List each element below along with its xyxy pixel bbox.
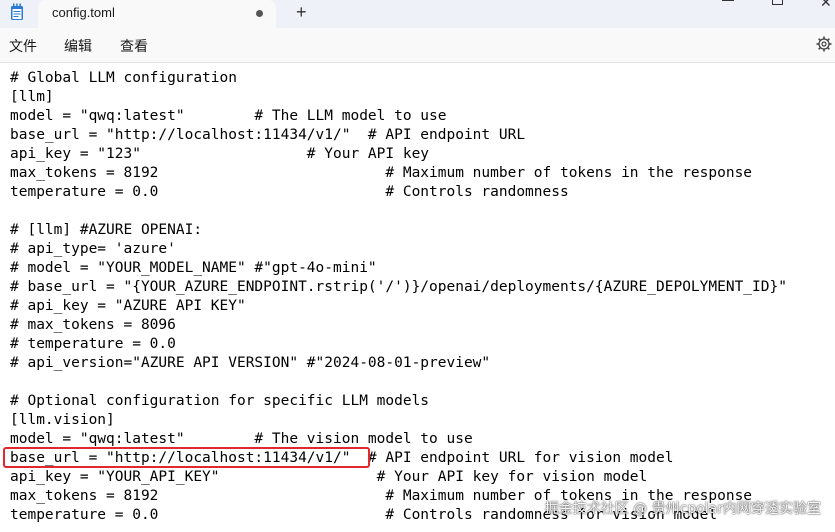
code-line: api_key = "123" # Your API key [10,146,430,162]
maximize-button[interactable] [772,0,783,5]
code-line: base_url = "http://localhost:11434/v1/" … [10,127,526,143]
menu-file[interactable]: 文件 [9,36,37,56]
tab-config-toml[interactable]: config.toml [38,0,276,28]
code-line: # max_tokens = 8096 [10,317,176,333]
code-line: # model = "YOUR_MODEL_NAME" #"gpt-4o-min… [10,260,377,276]
code-line: [llm] [10,89,54,105]
code-line: max_tokens = 8192 # Maximum number of to… [10,165,753,181]
code-line: model = "qwq:latest" # The LLM model to … [10,108,447,124]
tab-title: config.toml [52,5,115,20]
code-line: # api_version="AZURE API VERSION" #"2024… [10,355,491,371]
code-line: # Global LLM configuration [10,70,237,86]
new-tab-button[interactable]: + [296,1,307,23]
menu-bar: 文件 编辑 查看 [0,28,835,63]
watermark: 掘金技术社区 @ 贵州cpolar内网穿透实验室 [544,501,821,517]
code-line: # temperature = 0.0 [10,336,176,352]
code-line: [llm.vision] [10,412,115,428]
title-bar: config.toml + ✕ [0,0,835,28]
code-line: api_key = "YOUR_API_KEY" # Your API key … [10,469,648,485]
unsaved-indicator-icon[interactable] [256,10,263,17]
code-line: # api_type= 'azure' [10,241,176,257]
menu-view[interactable]: 查看 [120,36,148,56]
notepad-app-icon [11,3,23,20]
close-window-button[interactable]: ✕ [820,0,832,9]
text-editor[interactable]: # Global LLM configuration [llm] model = "… [0,63,835,532]
code-line: temperature = 0.0 # Controls randomness [10,184,569,200]
minimize-button[interactable] [722,0,734,1]
code-line: # base_url = "{YOUR_AZURE_ENDPOINT.rstri… [10,279,787,295]
highlight-annotation [3,447,370,468]
gear-icon[interactable] [816,36,832,52]
menu-edit[interactable]: 编辑 [64,36,92,56]
code-line: # api_key = "AZURE API KEY" [10,298,246,314]
code-line: # [llm] #AZURE OPENAI: [10,222,203,238]
code-line: # Optional configuration for specific LL… [10,393,430,409]
